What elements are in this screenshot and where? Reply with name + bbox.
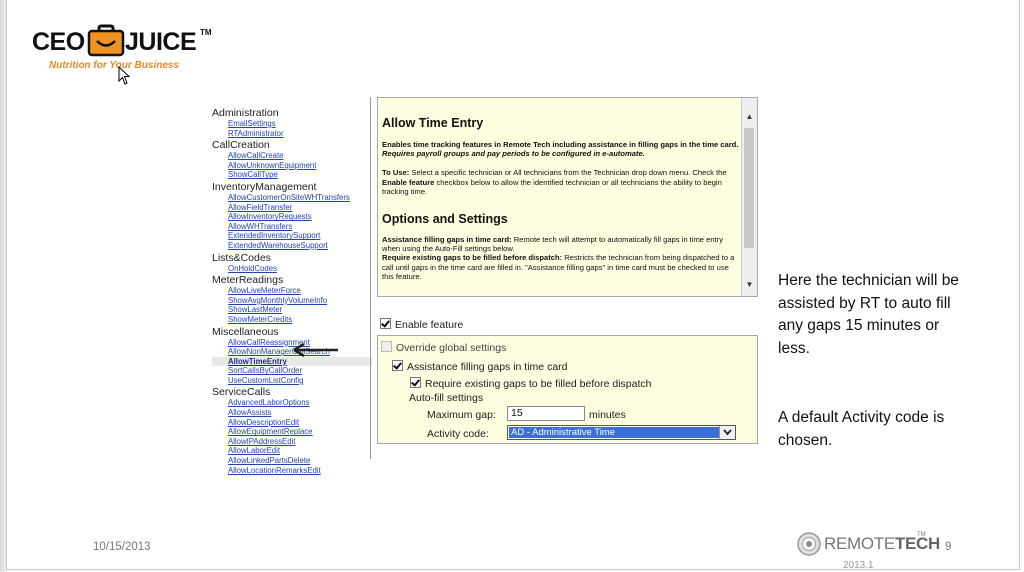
annotation-note-activity: A default Activity code is chosen. (778, 409, 945, 449)
remotetech-trademark: TM (917, 532, 926, 538)
activity-code-select[interactable]: AD - Administrative Time (507, 425, 736, 440)
mouse-cursor-icon (118, 66, 131, 85)
help-touse-label: To Use: (382, 168, 410, 178)
tree-group-label: Miscellaneous (212, 325, 279, 338)
tree-link-item[interactable]: AllowInventoryRequests (212, 212, 372, 222)
slide-date: 10/15/2013 (93, 541, 151, 553)
override-global-row[interactable]: Override global settings (381, 341, 506, 354)
max-gap-label: Maximum gap: (427, 409, 496, 421)
assist-gaps-checkbox[interactable] (392, 360, 403, 371)
help-option-assist: Assistance filling gaps in time card: Re… (382, 235, 740, 281)
tree-link-item[interactable]: AllowIPAddressEdit (212, 437, 372, 447)
tree-link-item[interactable]: AllowLaborEdit (212, 446, 372, 456)
tree-link-item[interactable]: AllowEquipmentReplace (212, 427, 372, 437)
require-gaps-row[interactable]: Require existing gaps to be filled befor… (410, 377, 651, 390)
enable-feature-label: Enable feature (395, 319, 464, 331)
logo-tagline: Nutrition for Your Business (49, 60, 180, 71)
slide-page-number: 9 (945, 541, 952, 553)
tree-link-item[interactable]: AllowUnknownEquipment (212, 161, 372, 171)
tree-link-item[interactable]: ShowLastMeter (212, 305, 372, 315)
tree-link-item[interactable]: AllowLinkedPartsDelete (212, 456, 372, 466)
assist-gaps-row[interactable]: Assistance filling gaps in time card (392, 360, 568, 373)
assist-gaps-label: Assistance filling gaps in time card (407, 361, 568, 373)
tree-link-item[interactable]: OnHoldCodes (212, 264, 372, 274)
tree-link-item[interactable]: AllowWHTransfers (212, 222, 372, 232)
tree-link-item[interactable]: RTAdministrator (212, 129, 372, 139)
remotetech-logo: REMOTETECH TM (796, 530, 940, 560)
activity-code-label: Activity code: (427, 428, 489, 440)
override-global-checkbox[interactable] (381, 341, 392, 352)
annotation-note-autofill: Here the technician will be assisted by … (778, 272, 959, 357)
tree-group-label: ServiceCalls (212, 386, 271, 399)
scroll-down-icon[interactable]: ▼ (742, 278, 757, 292)
tree-group-label: Lists&Codes (212, 251, 271, 264)
help-intro-bold: Enables time tracking features in Remote… (382, 140, 739, 149)
require-gaps-label: Require existing gaps to be filled befor… (425, 378, 652, 390)
help-scrollbar[interactable]: ▲ ▼ (741, 98, 757, 296)
enable-feature-row[interactable]: Enable feature (380, 318, 463, 331)
help-opt1-label: Assistance filling gaps in time card: (382, 235, 512, 245)
pointer-arrow-icon (293, 343, 338, 357)
activity-code-value: AD - Administrative Time (509, 427, 719, 438)
tree-link-item[interactable]: ExtendedWarehouseSupport (212, 241, 372, 251)
panel-divider (370, 97, 371, 459)
tree-group-label: CallCreation (212, 139, 270, 152)
chevron-down-icon (723, 429, 732, 436)
enable-feature-checkbox[interactable] (380, 318, 391, 329)
help-options-title: Options and Settings (382, 212, 508, 227)
tree-group-label: InventoryManagement (212, 180, 317, 193)
help-intro: Enables time tracking features in Remote… (382, 140, 740, 158)
tree-link-item[interactable]: ShowAvgMonthlyVolumeInfo (212, 296, 372, 306)
tree-link-item[interactable]: ShowCallType (212, 170, 372, 180)
override-global-label: Override global settings (396, 342, 507, 354)
tree-group-label: MeterReadings (212, 274, 284, 287)
tree-group-label: Administration (212, 107, 279, 119)
tree-link-item[interactable]: ShowMeterCredits (212, 315, 372, 325)
help-intro-italic: Requires payroll groups and pay periods … (382, 149, 645, 159)
remotetech-globe-icon (797, 532, 821, 556)
autofill-settings-label: Auto-fill settings (409, 392, 484, 404)
tree-link-item[interactable]: AllowFieldTransfer (212, 203, 372, 213)
logo-ceo-text: CEO (32, 28, 85, 56)
tree-link-item[interactable]: AllowLiveMeterForce (212, 286, 372, 296)
tree-link-item[interactable]: AllowCallCreate (212, 151, 372, 161)
help-panel[interactable]: Allow Time Entry Enables time tracking f… (377, 97, 758, 297)
settings-panel: Override global settings Assistance fill… (377, 335, 758, 444)
tree-link-item[interactable]: UseCustomListConfig (212, 376, 372, 386)
briefcase-icon (87, 24, 125, 57)
tree-link-item[interactable]: ExtendedInventorySupport (212, 231, 372, 241)
help-touse-bold: Enable feature (382, 177, 435, 187)
help-touse: To Use: Select a specific technician or … (382, 168, 740, 196)
help-opt2-label: Require existing gaps to be filled befor… (382, 253, 563, 263)
help-touse-text1: Select a specific technician or All tech… (411, 168, 727, 178)
dropdown-button[interactable] (719, 426, 735, 439)
tree-link-item[interactable]: AllowLocationRemarksEdit (212, 466, 372, 476)
require-gaps-checkbox[interactable] (410, 377, 421, 388)
tree-link-item[interactable]: EmailSettings (212, 119, 372, 129)
settings-tree: Administration EmailSettings RTAdministrat… (212, 106, 372, 475)
tree-link-item[interactable]: AllowCustomerOnSiteWHTransfers (212, 193, 372, 203)
tree-link-item[interactable]: AllowTimeEntry (212, 356, 372, 367)
help-title: Allow Time Entry (382, 116, 484, 130)
scroll-up-icon[interactable]: ▲ (742, 110, 757, 124)
remotetech-version: 2013.1 (843, 560, 874, 570)
max-gap-input[interactable]: 15 (507, 406, 585, 421)
tree-link-item[interactable]: AllowAssists (212, 408, 372, 418)
remotetech-brand-a: REMOTE (824, 534, 895, 553)
tree-link-item[interactable]: AllowDescriptionEdit (212, 418, 372, 428)
tree-link-item[interactable]: AdvancedLaborOptions (212, 398, 372, 408)
logo-juice-text: JUICE (125, 28, 197, 56)
scroll-thumb[interactable] (744, 128, 754, 248)
max-gap-unit: minutes (589, 409, 626, 421)
logo-trademark: TM (200, 28, 212, 37)
tree-link-item[interactable]: SortCallsByCallOrder (212, 366, 372, 376)
